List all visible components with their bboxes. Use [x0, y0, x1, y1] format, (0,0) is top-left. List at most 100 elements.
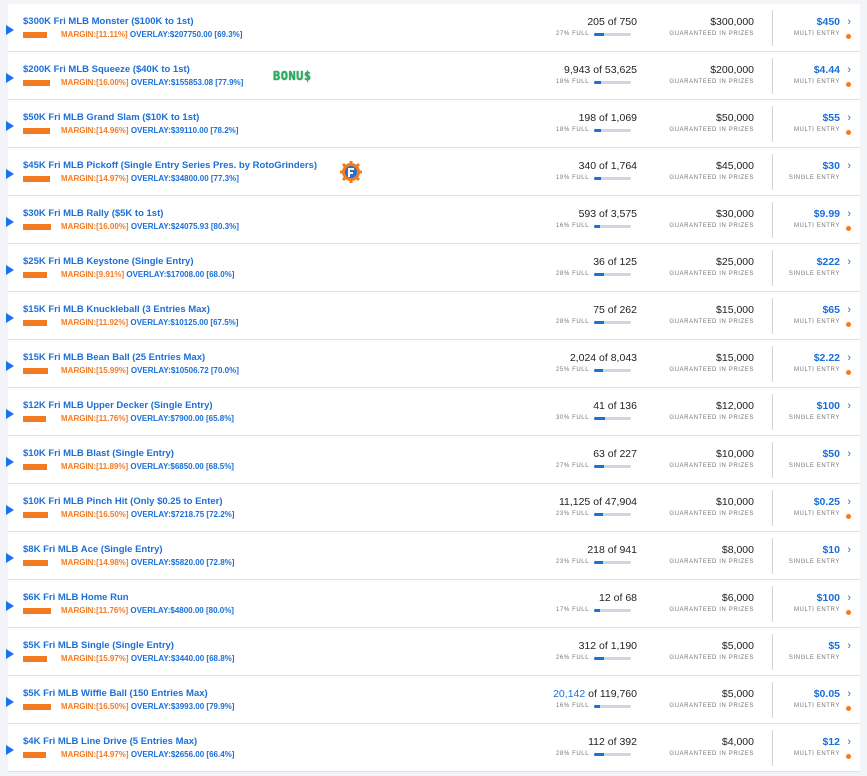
chevron-right-icon[interactable]: › — [847, 257, 851, 268]
contest-title[interactable]: $45K Fri MLB Pickoff (Single Entry Serie… — [23, 160, 317, 171]
entries-count: 340 of 1,764 — [579, 160, 637, 172]
margin-overlay-line: MARGIN:[9.91%] OVERLAY:$17008.00 [68.0%] — [61, 270, 234, 279]
overlay-bar — [23, 464, 47, 470]
entry-type: MULTI ENTRY — [793, 31, 840, 37]
entry-type: MULTI ENTRY — [793, 223, 840, 229]
contest-title[interactable]: $12K Fri MLB Upper Decker (Single Entry) — [23, 400, 213, 411]
chevron-right-icon[interactable]: › — [847, 593, 851, 604]
entries-current: 20,142 — [553, 688, 586, 700]
entry-fee: $0.05 — [813, 688, 840, 700]
entries-current: 218 — [587, 544, 605, 556]
contest-row[interactable]: $15K Fri MLB Knuckleball (3 Entries Max)… — [6, 292, 860, 340]
chevron-right-icon[interactable]: › — [847, 305, 851, 316]
contest-row[interactable]: $45K Fri MLB Pickoff (Single Entry Serie… — [6, 148, 860, 196]
chevron-right-icon[interactable]: › — [847, 161, 851, 172]
contest-title[interactable]: $10K Fri MLB Pinch Hit (Only $0.25 to En… — [23, 496, 223, 507]
prize-amount: $50,000 — [716, 112, 754, 124]
prize-caption: GUARANTEED IN PRIZES — [669, 319, 754, 325]
contest-row[interactable]: $10K Fri MLB Pinch Hit (Only $0.25 to En… — [6, 484, 860, 532]
margin-text: MARGIN:[16.00%] — [61, 78, 129, 87]
contest-title[interactable]: $300K Fri MLB Monster ($100K to 1st) — [23, 16, 194, 27]
margin-overlay-line: MARGIN:[16.50%] OVERLAY:$7218.75 [72.2%] — [61, 510, 234, 519]
contest-row[interactable]: $25K Fri MLB Keystone (Single Entry) MAR… — [6, 244, 860, 292]
divider — [772, 58, 773, 94]
contest-title[interactable]: $30K Fri MLB Rally ($5K to 1st) — [23, 208, 163, 219]
fill-progress-value — [594, 417, 606, 420]
full-label: 16% FULL — [556, 703, 590, 709]
chevron-right-icon[interactable]: › — [847, 401, 851, 412]
fill-progress — [594, 81, 631, 84]
entries-total: of 227 — [607, 448, 637, 460]
chevron-right-icon[interactable]: › — [847, 689, 851, 700]
contest-title[interactable]: $25K Fri MLB Keystone (Single Entry) — [23, 256, 194, 267]
contest-row[interactable]: $300K Fri MLB Monster ($100K to 1st) MAR… — [6, 4, 860, 52]
contest-row[interactable]: $8K Fri MLB Ace (Single Entry) MARGIN:[1… — [6, 532, 860, 580]
contest-row[interactable]: $50K Fri MLB Grand Slam ($10K to 1st) MA… — [6, 100, 860, 148]
margin-text: MARGIN:[14.98%] — [61, 558, 129, 567]
entries-current: 9,943 — [564, 64, 591, 76]
contest-title[interactable]: $4K Fri MLB Line Drive (5 Entries Max) — [23, 736, 197, 747]
chevron-right-icon[interactable]: › — [847, 209, 851, 220]
chevron-right-icon[interactable]: › — [847, 449, 851, 460]
contest-title[interactable]: $10K Fri MLB Blast (Single Entry) — [23, 448, 174, 459]
overlay-text: OVERLAY:$4800.00 [80.0%] — [130, 606, 234, 615]
flag-icon — [6, 25, 14, 35]
margin-text: MARGIN:[9.91%] — [61, 270, 125, 279]
margin-overlay-line: MARGIN:[15.99%] OVERLAY:$10506.72 [70.0%… — [61, 366, 239, 375]
fill-progress — [594, 369, 631, 372]
entries-current: 205 — [587, 16, 605, 28]
entries-total: of 119,760 — [588, 688, 637, 700]
fill-progress-value — [594, 561, 603, 564]
fill-progress-value — [594, 321, 605, 324]
margin-overlay-line: MARGIN:[16.50%] OVERLAY:$3993.00 [79.9%] — [61, 702, 234, 711]
prize-caption: GUARANTEED IN PRIZES — [669, 703, 754, 709]
contest-title[interactable]: $6K Fri MLB Home Run — [23, 592, 129, 603]
chevron-right-icon[interactable]: › — [847, 737, 851, 748]
chevron-right-icon[interactable]: › — [847, 497, 851, 508]
multi-entry-dot-icon — [846, 706, 851, 711]
contest-title[interactable]: $5K Fri MLB Single (Single Entry) — [23, 640, 174, 651]
prize-amount: $6,000 — [721, 592, 754, 604]
rotogrinders-logo-icon — [340, 161, 362, 183]
divider — [772, 10, 773, 46]
full-label: 28% FULL — [556, 271, 590, 277]
chevron-right-icon[interactable]: › — [847, 113, 851, 124]
margin-overlay-line: MARGIN:[14.97%] OVERLAY:$34800.00 [77.3%… — [61, 174, 239, 183]
entry-fee: $2.22 — [813, 352, 840, 364]
contest-row[interactable]: $6K Fri MLB Home Run MARGIN:[11.76%] OVE… — [6, 580, 860, 628]
contest-row[interactable]: $5K Fri MLB Wiffle Ball (150 Entries Max… — [6, 676, 860, 724]
fill-progress-value — [594, 609, 601, 612]
contest-title[interactable]: $15K Fri MLB Bean Ball (25 Entries Max) — [23, 352, 205, 363]
full-label: 19% FULL — [556, 175, 590, 181]
margin-overlay-line: MARGIN:[11.11%] OVERLAY:$207750.00 [69.3… — [61, 30, 242, 39]
divider — [772, 106, 773, 142]
fill-progress — [594, 465, 631, 468]
contest-row[interactable]: $5K Fri MLB Single (Single Entry) MARGIN… — [6, 628, 860, 676]
contest-row[interactable]: $12K Fri MLB Upper Decker (Single Entry)… — [6, 388, 860, 436]
contest-title[interactable]: $8K Fri MLB Ace (Single Entry) — [23, 544, 163, 555]
contest-title[interactable]: $50K Fri MLB Grand Slam ($10K to 1st) — [23, 112, 199, 123]
contest-title[interactable]: $200K Fri MLB Squeeze ($40K to 1st) — [23, 64, 190, 75]
chevron-right-icon[interactable]: › — [847, 17, 851, 28]
contest-title[interactable]: $5K Fri MLB Wiffle Ball (150 Entries Max… — [23, 688, 208, 699]
flag-icon — [6, 697, 14, 707]
chevron-right-icon[interactable]: › — [847, 545, 851, 556]
divider — [772, 250, 773, 286]
overlay-bar — [23, 608, 51, 614]
chevron-right-icon[interactable]: › — [847, 641, 851, 652]
entry-fee: $100 — [816, 400, 840, 412]
flag-icon — [6, 313, 14, 323]
entries-current: 41 — [593, 400, 605, 412]
contest-row[interactable]: $30K Fri MLB Rally ($5K to 1st) MARGIN:[… — [6, 196, 860, 244]
contest-row[interactable]: $200K Fri MLB Squeeze ($40K to 1st) MARG… — [6, 52, 860, 100]
contest-row[interactable]: $10K Fri MLB Blast (Single Entry) MARGIN… — [6, 436, 860, 484]
overlay-text: OVERLAY:$24075.93 [80.3%] — [130, 222, 239, 231]
entries-total: of 53,625 — [593, 64, 637, 76]
fill-progress — [594, 609, 631, 612]
fill-progress — [594, 657, 631, 660]
contest-row[interactable]: $15K Fri MLB Bean Ball (25 Entries Max) … — [6, 340, 860, 388]
contest-row[interactable]: $4K Fri MLB Line Drive (5 Entries Max) M… — [6, 724, 860, 772]
chevron-right-icon[interactable]: › — [847, 353, 851, 364]
chevron-right-icon[interactable]: › — [847, 65, 851, 76]
contest-title[interactable]: $15K Fri MLB Knuckleball (3 Entries Max) — [23, 304, 210, 315]
